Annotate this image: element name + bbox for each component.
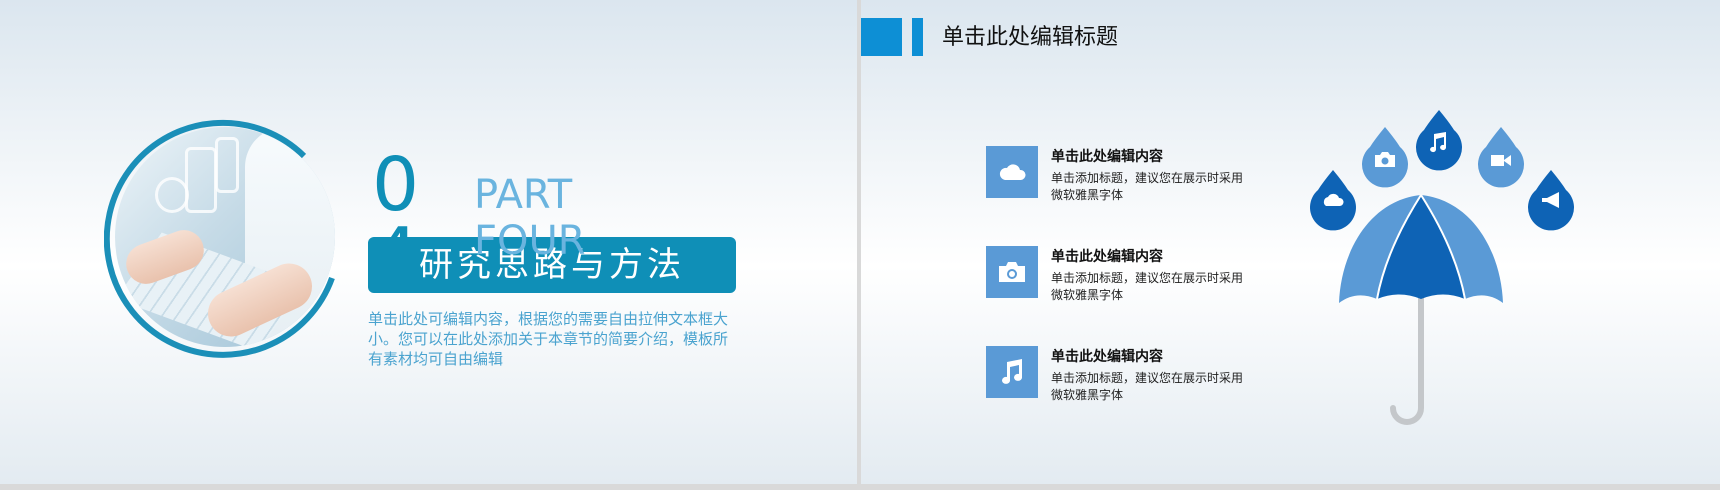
video-camera-icon [1478, 127, 1524, 188]
intro-text[interactable]: 单击此处可编辑内容，根据您的需要自由拉伸文本框大小。您可以在此处添加关于本章节的… [368, 309, 740, 369]
music-note-icon [986, 346, 1038, 398]
title-accent-bar [912, 18, 923, 56]
slide-content: 单击此处编辑标题 单击此处编辑内容 单击添加标题，建议您在展示时采用微软雅黑字体… [861, 0, 1720, 484]
feature-heading: 单击此处编辑内容 [1051, 249, 1163, 265]
part-word: PART FOUR [474, 172, 586, 264]
megaphone-icon [1528, 170, 1574, 231]
flask-shape [155, 177, 189, 213]
feature-body: 单击添加标题，建议您在展示时采用微软雅黑字体 [1051, 171, 1244, 202]
feature-body: 单击添加标题，建议您在展示时采用微软雅黑字体 [1051, 371, 1244, 402]
feature-item[interactable]: 单击此处编辑内容 单击添加标题，建议您在展示时采用微软雅黑字体 [986, 246, 1286, 302]
feature-item[interactable]: 单击此处编辑内容 单击添加标题，建议您在展示时采用微软雅黑字体 [986, 346, 1286, 402]
feature-heading: 单击此处编辑内容 [1051, 349, 1163, 365]
cloud-icon [986, 146, 1038, 198]
flask-shape [215, 137, 239, 193]
feature-heading: 单击此处编辑内容 [1051, 149, 1163, 165]
music-note-icon [1416, 110, 1462, 171]
title-accent-block [861, 18, 902, 56]
cloud-icon [1310, 170, 1356, 231]
slide-title[interactable]: 单击此处编辑标题 [942, 20, 1118, 56]
feature-body: 单击添加标题，建议您在展示时采用微软雅黑字体 [1051, 271, 1244, 302]
flask-shape [185, 147, 217, 213]
camera-icon [986, 246, 1038, 298]
slide-part-four: 04 PART FOUR 研究思路与方法 单击此处可编辑内容，根据您的需要自由拉… [0, 0, 857, 484]
lab-photo [115, 127, 335, 347]
feature-item[interactable]: 单击此处编辑内容 单击添加标题，建议您在展示时采用微软雅黑字体 [986, 146, 1286, 202]
umbrella-infographic [1310, 110, 1574, 425]
camera-icon [1362, 127, 1408, 188]
